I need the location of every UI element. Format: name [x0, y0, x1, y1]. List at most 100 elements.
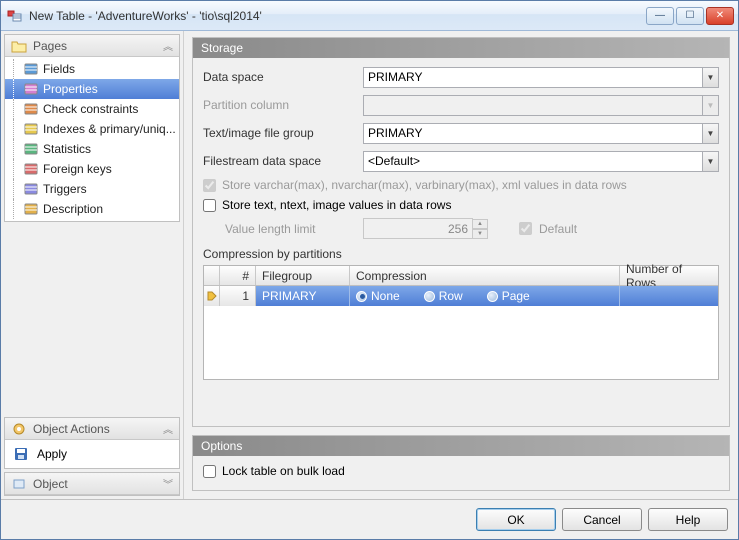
cell-hash: 1 — [220, 286, 256, 306]
page-icon — [23, 161, 39, 177]
cell-filegroup[interactable]: PRIMARY — [256, 286, 350, 306]
sidebar-item-properties[interactable]: Properties — [5, 79, 179, 99]
sidebar-item-fields[interactable]: Fields — [5, 59, 179, 79]
spin-up-icon: ▲ — [473, 219, 488, 229]
cell-number-of-rows — [620, 286, 718, 306]
sidebar-item-foreign-keys[interactable]: Foreign keys — [5, 159, 179, 179]
radio-icon — [424, 291, 435, 302]
close-button[interactable]: ✕ — [706, 7, 734, 25]
compression-page-radio[interactable]: Page — [487, 289, 530, 303]
col-hash[interactable]: # — [220, 266, 256, 285]
page-icon — [23, 201, 39, 217]
col-filegroup[interactable]: Filegroup — [256, 266, 350, 285]
storage-body: Data space ▼ Partition column ▼ Text/ima… — [193, 58, 729, 386]
page-icon — [23, 61, 39, 77]
page-icon — [23, 121, 39, 137]
value-length-default-checkbox — [519, 222, 532, 235]
page-icon — [23, 81, 39, 97]
compression-table: # Filegroup Compression Number of Rows 1… — [203, 265, 719, 380]
compression-header-row: # Filegroup Compression Number of Rows — [204, 266, 718, 286]
store-text-label: Store text, ntext, image values in data … — [222, 198, 451, 212]
page-icon — [23, 101, 39, 117]
dialog-footer: OK Cancel Help — [1, 499, 738, 539]
sidebar-item-label: Description — [43, 202, 103, 216]
filestream-combo[interactable] — [363, 151, 702, 172]
object-actions-label: Object Actions — [33, 422, 110, 436]
object-header[interactable]: Object ︾ — [5, 473, 179, 495]
titlebar: New Table - 'AdventureWorks' - 'tio\sql2… — [1, 1, 738, 31]
sidebar-item-label: Statistics — [43, 142, 91, 156]
storage-group: Storage Data space ▼ Partition column ▼ — [192, 37, 730, 427]
object-panel: Object ︾ — [4, 472, 180, 496]
pages-panel: Pages ︽ Fields Properties Check constraint… — [4, 34, 180, 222]
right-panel: Storage Data space ▼ Partition column ▼ — [184, 31, 738, 499]
pages-label: Pages — [33, 39, 67, 53]
apply-label: Apply — [37, 447, 67, 461]
pages-header[interactable]: Pages ︽ — [5, 35, 179, 57]
value-length-input — [363, 218, 473, 239]
pages-tree: Fields Properties Check constraints Indexes… — [5, 57, 179, 221]
store-varchar-checkbox — [203, 179, 216, 192]
lock-on-bulk-label: Lock table on bulk load — [222, 464, 345, 478]
cancel-button[interactable]: Cancel — [562, 508, 642, 531]
spin-down-icon: ▼ — [473, 229, 488, 239]
filestream-label: Filestream data space — [203, 154, 363, 168]
sidebar-item-indexes-primary-uniq[interactable]: Indexes & primary/uniq... — [5, 119, 179, 139]
object-label: Object — [33, 477, 68, 491]
sidebar-item-statistics[interactable]: Statistics — [5, 139, 179, 159]
chevron-up-icon: ︽ — [163, 38, 173, 53]
data-space-combo[interactable] — [363, 67, 702, 88]
folder-icon — [11, 38, 27, 54]
compression-none-radio[interactable]: None — [356, 289, 400, 303]
store-text-checkbox[interactable] — [203, 199, 216, 212]
sidebar-item-triggers[interactable]: Triggers — [5, 179, 179, 199]
row-handle-icon[interactable] — [204, 286, 220, 306]
radio-icon — [356, 291, 367, 302]
chevron-down-icon[interactable]: ▼ — [702, 123, 719, 144]
value-length-spinner: ▲ ▼ — [363, 218, 503, 239]
lock-on-bulk-checkbox[interactable] — [203, 465, 216, 478]
col-number-of-rows[interactable]: Number of Rows — [620, 266, 718, 285]
apply-action[interactable]: Apply — [5, 440, 179, 468]
text-image-combo[interactable] — [363, 123, 702, 144]
page-icon — [23, 141, 39, 157]
window-title: New Table - 'AdventureWorks' - 'tio\sql2… — [29, 9, 646, 23]
compression-row-radio[interactable]: Row — [424, 289, 463, 303]
sidebar-item-label: Check constraints — [43, 102, 138, 116]
gear-icon — [11, 421, 27, 437]
sidebar-item-label: Properties — [43, 82, 98, 96]
sidebar-item-description[interactable]: Description — [5, 199, 179, 219]
store-varchar-label: Store varchar(max), nvarchar(max), varbi… — [222, 178, 627, 192]
save-icon — [13, 446, 29, 462]
text-image-label: Text/image file group — [203, 126, 363, 140]
object-actions-header[interactable]: Object Actions ︽ — [5, 418, 179, 440]
options-header: Options — [193, 436, 729, 456]
table-row[interactable]: 1 PRIMARY None Row Page — [204, 286, 718, 306]
chevron-down-icon[interactable]: ▼ — [702, 67, 719, 88]
chevron-down-icon: ▼ — [702, 95, 719, 116]
sidebar: Pages ︽ Fields Properties Check constraint… — [1, 31, 184, 499]
storage-header: Storage — [193, 38, 729, 58]
maximize-button[interactable]: ☐ — [676, 7, 704, 25]
cell-compression[interactable]: None Row Page — [350, 286, 620, 306]
partition-column-label: Partition column — [203, 98, 363, 112]
minimize-button[interactable]: — — [646, 7, 674, 25]
sidebar-item-label: Triggers — [43, 182, 87, 196]
ok-button[interactable]: OK — [476, 508, 556, 531]
value-length-default-label: Default — [539, 222, 577, 236]
page-icon — [23, 181, 39, 197]
radio-icon — [487, 291, 498, 302]
sidebar-item-label: Foreign keys — [43, 162, 112, 176]
sidebar-item-check-constraints[interactable]: Check constraints — [5, 99, 179, 119]
help-button[interactable]: Help — [648, 508, 728, 531]
chevron-up-icon: ︽ — [163, 421, 173, 436]
object-actions-panel: Object Actions ︽ Apply — [4, 417, 180, 469]
window-buttons: — ☐ ✕ — [646, 7, 734, 25]
col-compression[interactable]: Compression — [350, 266, 620, 285]
chevron-down-icon[interactable]: ▼ — [702, 151, 719, 172]
compression-label: Compression by partitions — [203, 247, 719, 261]
options-group: Options Lock table on bulk load — [192, 435, 730, 491]
object-icon — [11, 476, 27, 492]
value-length-label: Value length limit — [225, 222, 363, 236]
partition-column-combo — [363, 95, 702, 116]
